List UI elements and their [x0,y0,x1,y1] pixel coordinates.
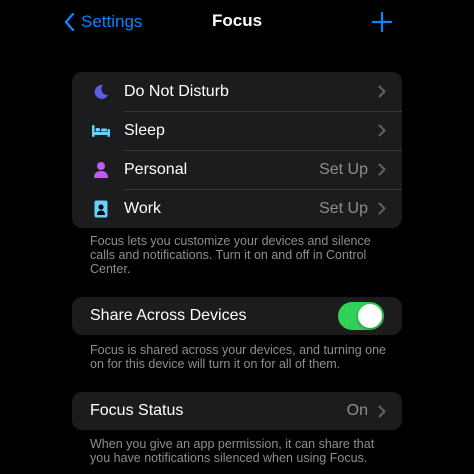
focus-mode-sleep[interactable]: Sleep [72,111,402,150]
focus-mode-value: Set Up [319,160,368,178]
back-button[interactable]: Settings [64,9,142,35]
focus-mode-value: Set Up [319,199,368,217]
share-across-devices-toggle[interactable] [338,302,384,330]
focus-mode-personal[interactable]: Personal Set Up [72,150,402,189]
focus-mode-work[interactable]: Work Set Up [72,189,402,228]
focus-mode-label: Do Not Disturb [124,82,229,100]
chevron-right-icon [378,124,386,137]
back-label: Settings [81,12,143,31]
share-across-devices-label: Share Across Devices [90,307,247,324]
id-badge-icon [90,198,112,220]
share-across-devices-row: Share Across Devices [72,297,402,335]
focus-mode-label: Work [124,199,162,217]
moon-icon [90,81,112,103]
share-description: Focus is shared across your devices, and… [90,343,386,371]
focus-status-value: On [346,402,368,419]
status-description: When you give an app permission, it can … [90,437,375,465]
focus-mode-label: Personal [124,160,188,178]
add-icon[interactable] [370,10,394,34]
chevron-right-icon [378,405,386,418]
chevron-right-icon [378,85,386,98]
toggle-knob [358,304,382,328]
focus-mode-label: Sleep [124,121,165,139]
focus-status-label: Focus Status [90,402,184,419]
focus-status-row[interactable]: Focus Status On [72,392,402,430]
chevron-left-icon [64,13,75,31]
person-icon [90,159,112,181]
bed-icon [90,120,112,142]
chevron-right-icon [378,163,386,176]
focus-mode-do-not-disturb[interactable]: Do Not Disturb [72,72,402,111]
focus-description: Focus lets you customize your devices an… [90,234,371,276]
chevron-right-icon [378,202,386,215]
navigation-bar: Settings Focus [0,0,474,44]
focus-modes-list: Do Not Disturb Sleep Personal Set Up Wor… [72,72,402,228]
